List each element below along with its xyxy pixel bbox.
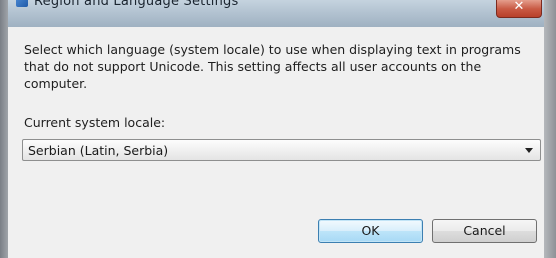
background-right	[544, 0, 556, 258]
window-app-icon	[16, 0, 28, 7]
system-locale-dropdown[interactable]: Serbian (Latin, Serbia)	[22, 139, 541, 161]
window-title: Region and Language Settings	[34, 0, 239, 9]
cancel-button[interactable]: Cancel	[432, 219, 537, 243]
close-button[interactable]: ✕	[496, 0, 542, 18]
selected-locale-value: Serbian (Latin, Serbia)	[28, 143, 169, 158]
ok-button[interactable]: OK	[318, 219, 423, 243]
title-bar[interactable]: Region and Language Settings ✕	[8, 0, 544, 28]
close-icon: ✕	[513, 0, 525, 14]
chevron-down-icon	[525, 148, 533, 153]
dialog-content: Select which language (system locale) to…	[8, 27, 544, 258]
locale-settings-dialog: Region and Language Settings ✕ Select wh…	[8, 0, 544, 258]
current-system-locale-label: Current system locale:	[24, 115, 166, 130]
locale-description: Select which language (system locale) to…	[24, 42, 521, 91]
